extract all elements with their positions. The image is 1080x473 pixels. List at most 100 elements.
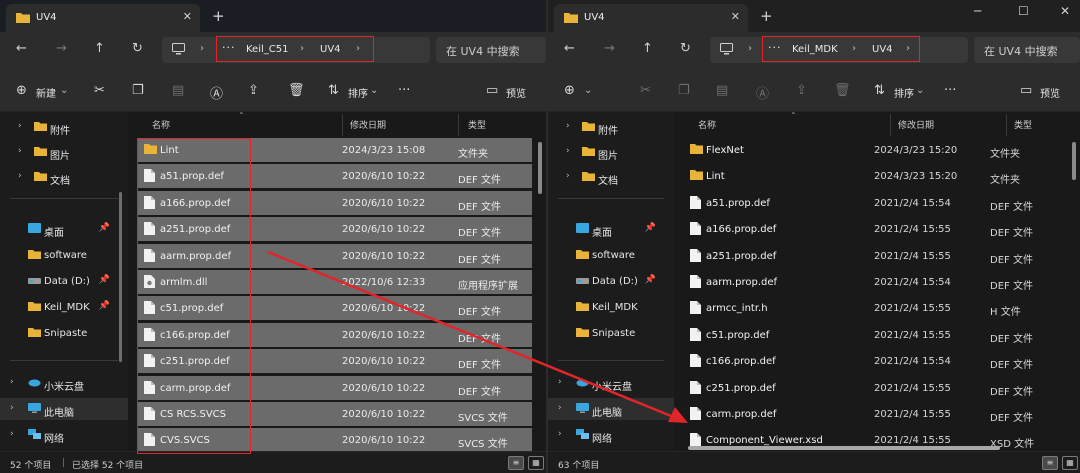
tiles-view-icon[interactable]: ▦ — [528, 456, 544, 470]
paste-icon[interactable]: ▤ — [172, 83, 184, 98]
sort-icon[interactable]: ⇅ — [874, 83, 885, 98]
chevron-right-icon[interactable]: › — [558, 429, 562, 439]
nav-item-data-drive[interactable]: Data (D:) 📌 — [0, 270, 128, 292]
address-bar[interactable]: › ··· Keil_C51 › UV4 › — [162, 36, 430, 63]
file-row[interactable]: c166.prop.def 2021/2/4 15:54 DEF 文件 — [684, 349, 1064, 373]
nav-item-this-pc[interactable]: › 此电脑 — [0, 398, 128, 420]
chevron-right-icon[interactable]: › — [558, 377, 562, 387]
column-header-date[interactable]: 修改日期 — [350, 118, 386, 131]
paste-icon[interactable]: ▤ — [716, 83, 728, 98]
details-view-icon[interactable]: ≡ — [1042, 456, 1058, 470]
refresh-icon[interactable]: ↻ — [680, 41, 691, 56]
sort-icon[interactable]: ⇅ — [328, 83, 339, 98]
new-plus-icon[interactable]: ⊕ — [16, 83, 27, 98]
refresh-icon[interactable]: ↻ — [132, 41, 143, 56]
back-arrow-icon[interactable]: ← — [564, 41, 575, 56]
column-divider[interactable] — [458, 114, 459, 136]
close-tab-icon[interactable]: ✕ — [183, 10, 192, 23]
column-divider[interactable] — [342, 114, 343, 136]
file-row[interactable]: Lint 2024/3/23 15:20 文件夹 — [684, 164, 1064, 188]
nav-item-attachments[interactable]: › 附件 — [0, 116, 128, 138]
preview-button-label[interactable]: 预览 — [1040, 85, 1060, 100]
chevron-right-icon[interactable]: › — [558, 403, 562, 413]
more-options-icon[interactable]: ··· — [398, 83, 410, 98]
address-bar[interactable]: › ··· Keil_MDK › UV4 › — [710, 36, 968, 63]
nav-item-data-drive[interactable]: Data (D:) 📌 — [548, 270, 674, 292]
chevron-right-icon[interactable]: › — [10, 377, 14, 387]
tab-uv4[interactable]: UV4 ✕ — [554, 4, 748, 32]
vertical-scrollbar[interactable] — [1072, 142, 1076, 180]
cut-icon[interactable]: ✂ — [640, 83, 651, 98]
file-row[interactable]: aarm.prop.def 2021/2/4 15:54 DEF 文件 — [684, 270, 1064, 294]
nav-item-xiaomi-cloud[interactable]: › 小米云盘 — [0, 372, 128, 394]
new-plus-icon[interactable]: ⊕ — [564, 83, 575, 98]
nav-item-network[interactable]: › 网络 — [548, 424, 674, 446]
pin-icon[interactable]: 📌 — [645, 275, 656, 285]
nav-item-network[interactable]: › 网络 — [0, 424, 128, 446]
file-row[interactable]: armcc_intr.h 2021/2/4 15:55 H 文件 — [684, 296, 1064, 320]
nav-item-pictures[interactable]: › 图片 — [548, 141, 674, 163]
nav-item-this-pc[interactable]: › 此电脑 — [548, 398, 674, 420]
up-arrow-icon[interactable]: ↑ — [94, 41, 105, 56]
share-icon[interactable]: ⇪ — [796, 83, 807, 98]
new-button-label[interactable]: 新建 — [36, 85, 56, 100]
copy-icon[interactable]: ❐ — [678, 83, 690, 98]
column-divider[interactable] — [1006, 114, 1007, 136]
chevron-right-icon[interactable]: › — [566, 146, 570, 156]
nav-item-keil-mdk[interactable]: Keil_MDK — [548, 296, 674, 318]
up-arrow-icon[interactable]: ↑ — [642, 41, 653, 56]
copy-icon[interactable]: ❐ — [132, 83, 144, 98]
nav-scrollbar[interactable] — [119, 192, 122, 362]
horizontal-scrollbar[interactable] — [688, 446, 1000, 450]
minimize-icon[interactable]: ─ — [974, 4, 981, 18]
chevron-right-icon[interactable]: › — [566, 121, 570, 131]
nav-item-desktop[interactable]: 桌面 📌 — [548, 218, 674, 240]
pin-icon[interactable]: 📌 — [99, 301, 110, 311]
file-row[interactable]: a166.prop.def 2021/2/4 15:55 DEF 文件 — [684, 217, 1064, 241]
new-tab-button[interactable]: + — [760, 7, 773, 25]
pin-icon[interactable]: 📌 — [99, 223, 110, 233]
pin-icon[interactable]: 📌 — [645, 223, 656, 233]
column-header-date[interactable]: 修改日期 — [898, 118, 934, 131]
chevron-right-icon[interactable]: › — [10, 403, 14, 413]
nav-item-desktop[interactable]: 桌面 📌 — [0, 218, 128, 240]
vertical-scrollbar[interactable] — [538, 142, 542, 194]
file-row[interactable]: a251.prop.def 2021/2/4 15:55 DEF 文件 — [684, 244, 1064, 268]
forward-arrow-icon[interactable]: → — [56, 41, 67, 56]
search-input[interactable]: 在 UV4 中搜索 — [436, 37, 546, 63]
nav-item-snipaste[interactable]: Snipaste — [0, 322, 128, 344]
delete-icon[interactable]: 🗑 — [288, 83, 305, 98]
nav-item-pictures[interactable]: › 图片 — [0, 141, 128, 163]
tab-uv4[interactable]: UV4 ✕ — [6, 4, 200, 32]
close-window-icon[interactable]: ✕ — [1060, 4, 1070, 18]
column-divider[interactable] — [890, 114, 891, 136]
pin-icon[interactable]: 📌 — [99, 275, 110, 285]
chevron-right-icon[interactable]: › — [566, 171, 570, 181]
column-header-type[interactable]: 类型 — [468, 118, 486, 131]
chevron-right-icon[interactable]: › — [18, 171, 22, 181]
chevron-right-icon[interactable]: › — [18, 146, 22, 156]
close-tab-icon[interactable]: ✕ — [731, 10, 740, 23]
file-row[interactable]: c251.prop.def 2021/2/4 15:55 DEF 文件 — [684, 376, 1064, 400]
chevron-right-icon[interactable]: › — [18, 121, 22, 131]
chevron-right-icon[interactable]: › — [10, 429, 14, 439]
file-row[interactable]: FlexNet 2024/3/23 15:20 文件夹 — [684, 138, 1064, 162]
more-options-icon[interactable]: ··· — [944, 83, 956, 98]
sort-button-label[interactable]: 排序 — [348, 85, 368, 100]
column-header-name[interactable]: 名称 — [152, 118, 170, 131]
nav-item-attachments[interactable]: › 附件 — [548, 116, 674, 138]
rename-icon[interactable]: Ⓐ — [210, 83, 223, 102]
back-arrow-icon[interactable]: ← — [16, 41, 27, 56]
nav-item-xiaomi-cloud[interactable]: › 小米云盘 — [548, 372, 674, 394]
column-header-type[interactable]: 类型 — [1014, 118, 1032, 131]
nav-item-software[interactable]: software — [548, 244, 674, 266]
file-row[interactable]: carm.prop.def 2021/2/4 15:55 DEF 文件 — [684, 402, 1064, 426]
preview-button-label[interactable]: 预览 — [506, 85, 526, 100]
nav-item-software[interactable]: software — [0, 244, 128, 266]
preview-pane-icon[interactable]: ▭ — [486, 83, 498, 98]
file-row[interactable]: c51.prop.def 2021/2/4 15:55 DEF 文件 — [684, 323, 1064, 347]
sort-button-label[interactable]: 排序 — [894, 85, 914, 100]
nav-item-documents[interactable]: › 文档 — [548, 166, 674, 188]
new-tab-button[interactable]: + — [212, 7, 225, 25]
cut-icon[interactable]: ✂ — [94, 83, 105, 98]
